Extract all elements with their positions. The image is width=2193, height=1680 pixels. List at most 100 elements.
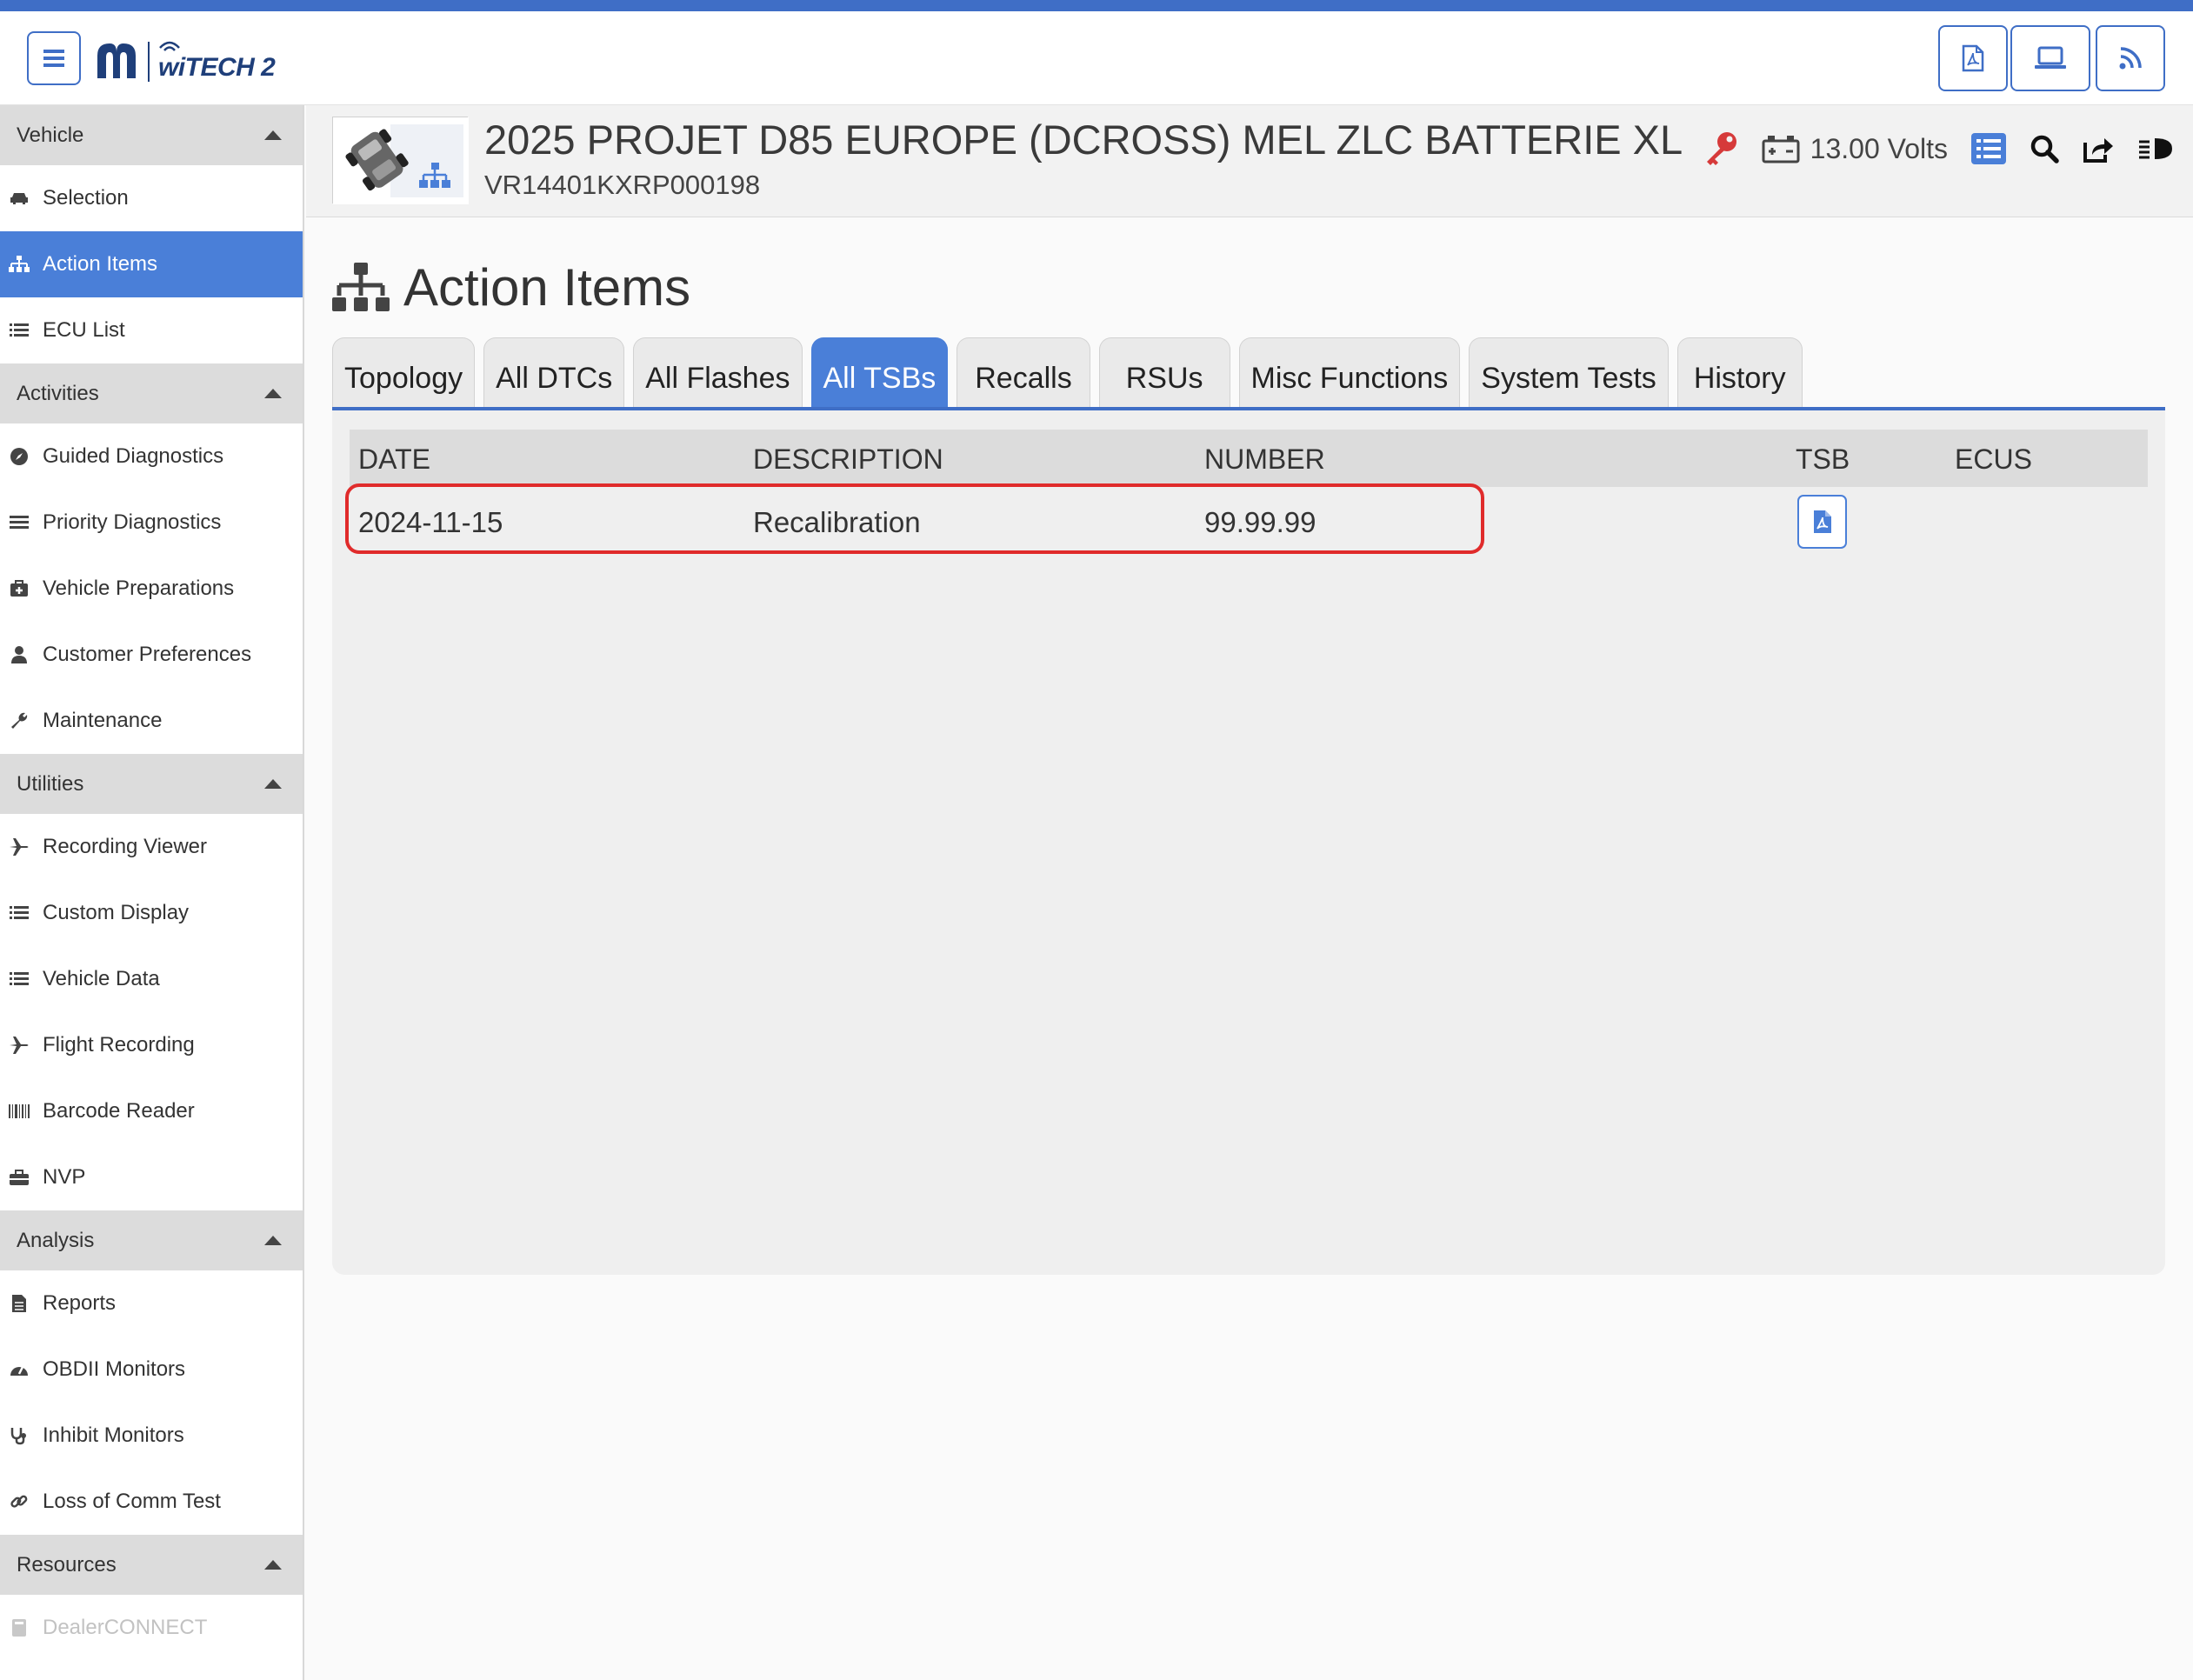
share-icon[interactable]	[2082, 134, 2115, 163]
car-icon	[8, 187, 30, 210]
sidebar-item-selection[interactable]: Selection	[0, 165, 303, 231]
tab-rsus[interactable]: RSUs	[1098, 337, 1230, 407]
sidebar-item-recording-viewer[interactable]: Recording Viewer	[0, 814, 303, 880]
plane-icon	[8, 836, 30, 858]
tab-all-flashes[interactable]: All Flashes	[633, 337, 803, 407]
headlight-icon[interactable]	[2137, 135, 2174, 163]
sidebar-item-label: DealerCONNECT	[43, 1616, 208, 1639]
pdf-header-button[interactable]	[1938, 25, 2008, 91]
user-icon	[8, 643, 30, 666]
sidebar-item-label: Flight Recording	[43, 1033, 195, 1057]
sidebar-item-dealerconnect[interactable]: DealerCONNECT	[0, 1595, 303, 1661]
sidebar-section-utilities[interactable]: Utilities	[0, 754, 303, 814]
battery-voltage: 13.00 Volts	[1762, 133, 1948, 165]
table-header: DATE DESCRIPTION NUMBER TSB ECUS	[350, 430, 2148, 487]
sidebar-item-label: Custom Display	[43, 901, 190, 924]
tab-all-dtcs[interactable]: All DTCs	[483, 337, 625, 407]
sidebar-item-loss-of-comm-test[interactable]: Loss of Comm Test	[0, 1469, 303, 1535]
pdf-icon	[1962, 44, 1984, 72]
page-heading: Action Items	[330, 257, 690, 317]
caret-up-icon[interactable]	[264, 130, 282, 140]
sidebar-item-vehicle-preparations[interactable]: Vehicle Preparations	[0, 556, 303, 622]
medkit-icon	[8, 577, 30, 600]
column-header-date[interactable]: DATE	[358, 443, 430, 476]
sidebar-section-analysis[interactable]: Analysis	[0, 1210, 303, 1270]
wireless-signal-icon	[159, 41, 180, 51]
sidebar-item-label: Recording Viewer	[43, 835, 207, 858]
voltage-value: 13.00 Volts	[1810, 132, 1948, 164]
sidebar-item-inhibit-monitors[interactable]: Inhibit Monitors	[0, 1403, 303, 1469]
tsb-panel: DATE DESCRIPTION NUMBER TSB ECUS 2024-11…	[332, 410, 2165, 1275]
sidebar-item-vehicle-data[interactable]: Vehicle Data	[0, 946, 303, 1012]
sidebar-item-guided-diagnostics[interactable]: Guided Diagnostics	[0, 423, 303, 490]
column-header-description[interactable]: DESCRIPTION	[753, 443, 943, 476]
tab-recalls[interactable]: Recalls	[957, 337, 1090, 407]
vehicle-title: 2025 PROJET D85 EUROPE (DCROSS) MEL ZLC …	[484, 117, 1683, 163]
app-logo: wiTECH 2	[94, 36, 276, 88]
sidebar-item-label: NVP	[43, 1165, 86, 1189]
sidebar-item-customer-preferences[interactable]: Customer Preferences	[0, 622, 303, 688]
column-header-number[interactable]: NUMBER	[1204, 443, 1325, 476]
toolbox-icon	[8, 1166, 30, 1189]
mopar-logo-icon	[97, 43, 136, 78]
section-title: Utilities	[17, 771, 84, 796]
sidebar-item-maintenance[interactable]: Maintenance	[0, 688, 303, 754]
pdf-icon	[1813, 510, 1831, 533]
sidebar-item-ecu-list[interactable]: ECU List	[0, 297, 303, 363]
sidebar-section-activities[interactable]: Activities	[0, 363, 303, 423]
sidebar-item-reports[interactable]: Reports	[0, 1270, 303, 1337]
sidebar-item-label: Vehicle Data	[43, 967, 160, 990]
sidebar-item-label: Inhibit Monitors	[43, 1423, 184, 1447]
rss-icon	[2119, 47, 2142, 70]
stethoscope-icon	[8, 1424, 30, 1447]
hamburger-icon	[43, 50, 64, 67]
column-header-ecus[interactable]: ECUS	[1955, 443, 2032, 476]
sidebar-item-action-items[interactable]: Action Items	[0, 231, 303, 297]
sidebar-item-label: Action Items	[43, 252, 158, 276]
sidebar-item-flight-recording[interactable]: Flight Recording	[0, 1012, 303, 1078]
rss-header-button[interactable]	[2096, 25, 2165, 91]
tab-system-tests[interactable]: System Tests	[1469, 337, 1669, 407]
sidebar-item-label: Priority Diagnostics	[43, 510, 222, 534]
hamburger-menu-button[interactable]	[27, 31, 81, 85]
tab-all-tsbs[interactable]: All TSBs	[810, 337, 949, 407]
column-header-tsb[interactable]: TSB	[1796, 443, 1850, 476]
bars-icon	[8, 511, 30, 534]
key-icon[interactable]	[1703, 130, 1739, 167]
sidebar-item-obdii-monitors[interactable]: OBDII Monitors	[0, 1337, 303, 1403]
sidebar-item-label: Reports	[43, 1291, 117, 1315]
search-icon[interactable]	[2030, 134, 2059, 163]
vehicle-topology-thumbnail[interactable]	[332, 117, 469, 204]
section-title: Vehicle	[17, 123, 84, 147]
sidebar-item-custom-display[interactable]: Custom Display	[0, 880, 303, 946]
sitemap-icon	[332, 262, 390, 311]
vehicle-info-bar: 2025 PROJET D85 EUROPE (DCROSS) MEL ZLC …	[306, 105, 2193, 217]
gauge-icon	[8, 1358, 30, 1381]
battery-icon	[1762, 136, 1800, 163]
caret-up-icon[interactable]	[264, 389, 282, 398]
tab-misc-functions[interactable]: Misc Functions	[1238, 337, 1461, 407]
sidebar-item-priority-diagnostics[interactable]: Priority Diagnostics	[0, 490, 303, 556]
caret-up-icon[interactable]	[264, 1236, 282, 1245]
file-icon	[8, 1292, 30, 1315]
sidebar-item-nvp[interactable]: NVP	[0, 1144, 303, 1210]
sidebar-item-barcode-reader[interactable]: Barcode Reader	[0, 1078, 303, 1144]
vehicle-chassis-icon	[333, 117, 469, 204]
list-alt-icon[interactable]	[1970, 132, 2007, 165]
sidebar-item-label: Vehicle Preparations	[43, 577, 235, 600]
laptop-header-button[interactable]	[2010, 25, 2090, 91]
caret-up-icon[interactable]	[264, 779, 282, 789]
sidebar-item-label: Guided Diagnostics	[43, 444, 224, 468]
sidebar: Vehicle Selection Action Items ECU List …	[0, 105, 304, 1680]
tsb-pdf-button[interactable]	[1797, 495, 1847, 549]
sidebar-section-resources[interactable]: Resources	[0, 1535, 303, 1595]
tab-history[interactable]: History	[1676, 337, 1803, 407]
vehicle-toolbar: 13.00 Volts	[1703, 123, 2174, 175]
witech-logo-text: wiTECH 2	[158, 53, 276, 82]
sidebar-item-label: Barcode Reader	[43, 1099, 195, 1123]
sidebar-section-vehicle[interactable]: Vehicle	[0, 105, 303, 165]
caret-up-icon[interactable]	[264, 1560, 282, 1570]
tab-topology[interactable]: Topology	[332, 337, 476, 407]
sitemap-icon	[8, 253, 30, 276]
book-icon	[8, 1617, 30, 1639]
